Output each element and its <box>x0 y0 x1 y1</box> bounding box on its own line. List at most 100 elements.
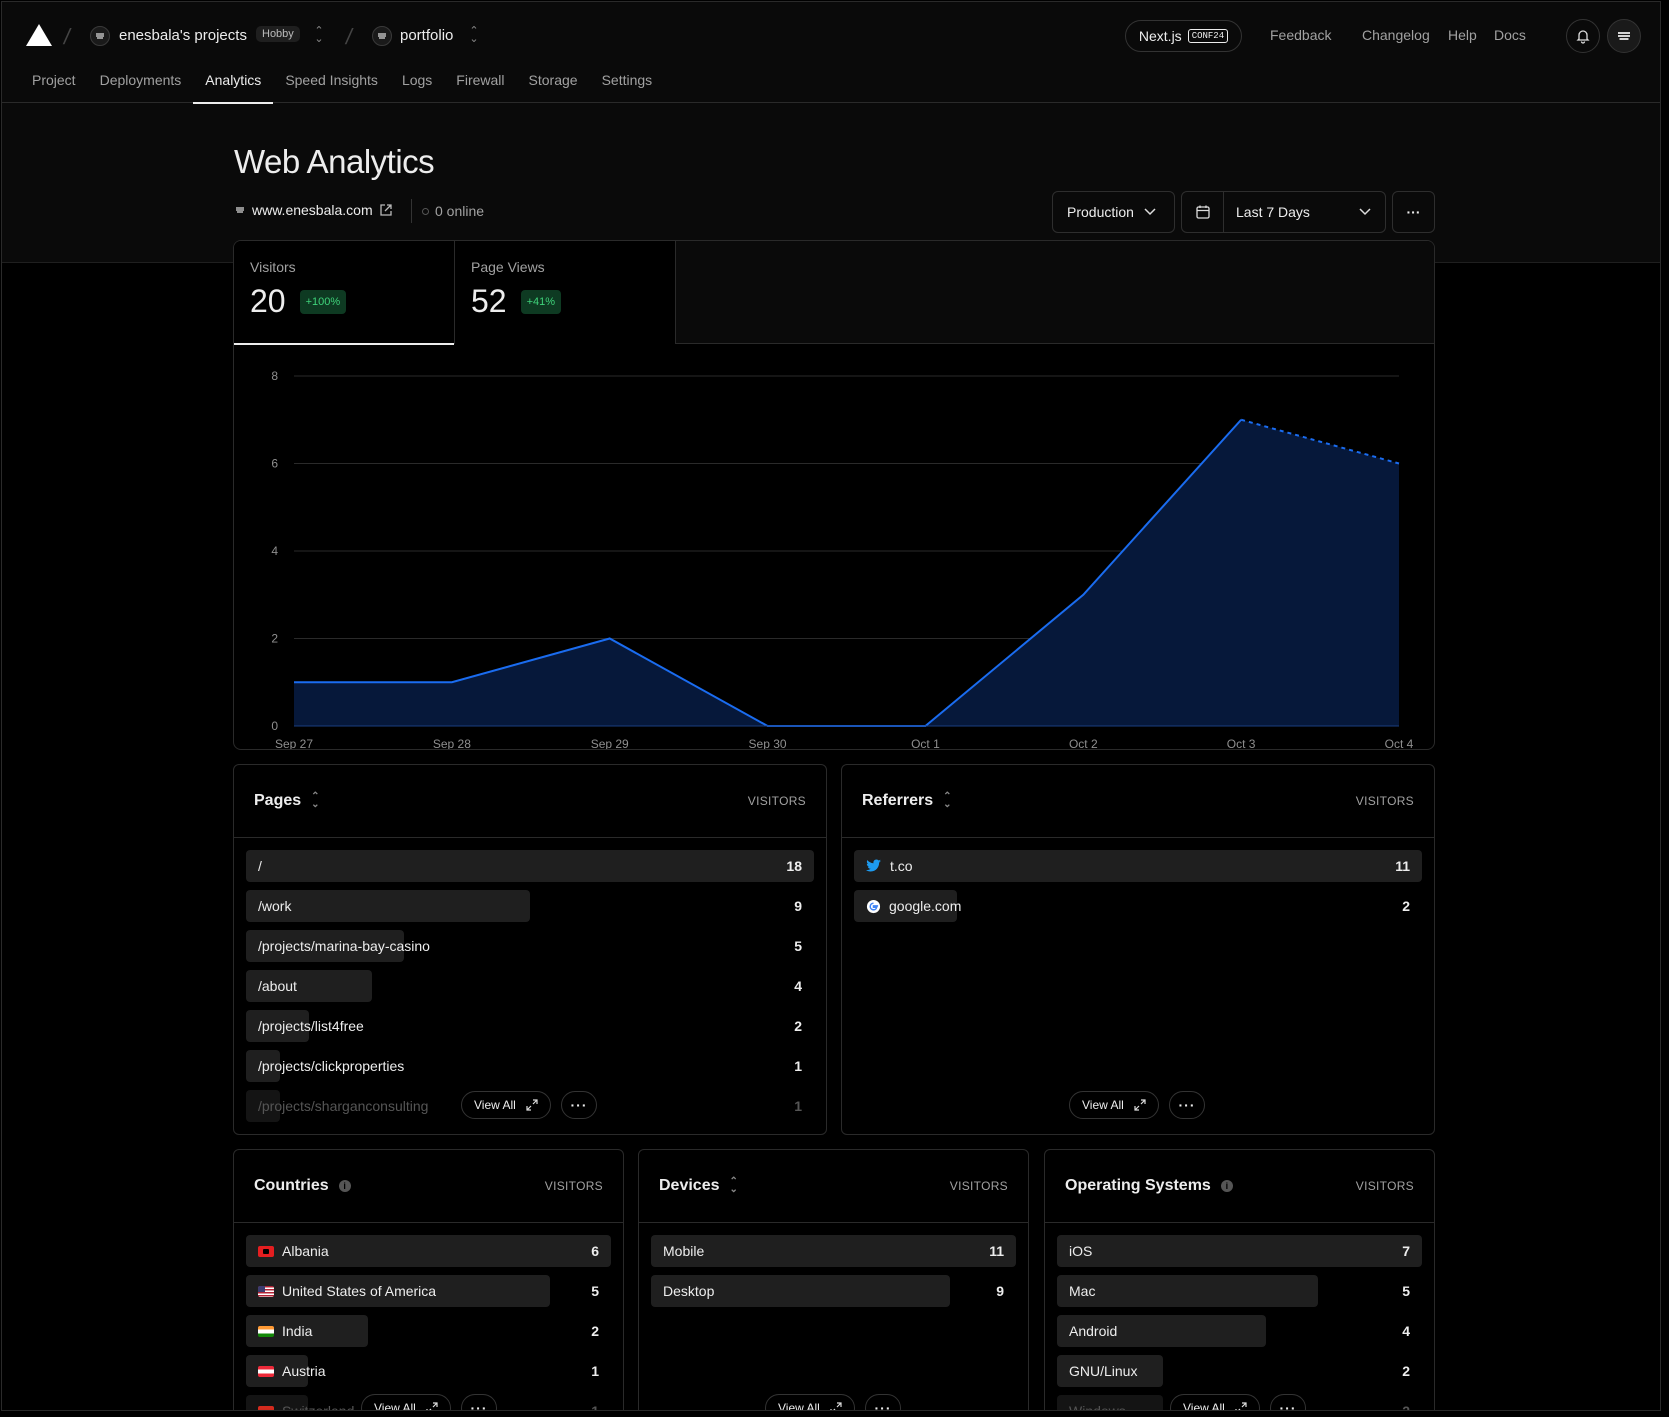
row-label-text: / <box>258 858 262 874</box>
pages-row[interactable]: /projects/clickproperties 1 <box>246 1050 814 1082</box>
countries-view-all-button[interactable]: View All <box>361 1394 451 1410</box>
feedback-link[interactable]: Feedback <box>1270 27 1331 43</box>
row-label-text: Mac <box>1069 1283 1096 1299</box>
countries-more-button[interactable]: ··· <box>461 1394 497 1410</box>
pages-row[interactable]: /projects/marina-bay-casino 5 <box>246 930 814 962</box>
referrers-view-all-button[interactable]: View All <box>1069 1091 1159 1119</box>
chevron-down-icon <box>1144 208 1156 216</box>
countries-row[interactable]: Albania 6 <box>246 1235 611 1267</box>
row-label: /projects/sharganconsulting <box>246 1098 428 1114</box>
row-label: /projects/marina-bay-casino <box>246 938 430 954</box>
environment-value: Production <box>1067 204 1134 220</box>
devices-list: Mobile 11 Desktop 9 <box>639 1223 1028 1307</box>
pages-row[interactable]: / 18 <box>246 850 814 882</box>
vercel-logo-icon[interactable] <box>26 24 52 46</box>
info-icon[interactable]: i <box>1220 1180 1233 1192</box>
os-row[interactable]: iOS 7 <box>1057 1235 1422 1267</box>
y-tick-label: 4 <box>271 544 278 558</box>
countries-row[interactable]: India 2 <box>246 1315 611 1347</box>
countries-column-header: VISITORS <box>544 1179 603 1193</box>
os-row[interactable]: GNU/Linux 2 <box>1057 1355 1422 1387</box>
sort-icon[interactable]: ⌃ ⌄ <box>311 792 319 810</box>
expand-icon <box>1134 1099 1146 1111</box>
row-label: GNU/Linux <box>1057 1363 1137 1379</box>
tab-project[interactable]: Project <box>20 72 88 103</box>
row-label-text: /work <box>258 898 292 914</box>
tab-speed-insights[interactable]: Speed Insights <box>273 72 390 103</box>
pages-row[interactable]: /projects/list4free 2 <box>246 1010 814 1042</box>
devices-row[interactable]: Mobile 11 <box>651 1235 1016 1267</box>
online-count: 0 online <box>435 203 485 219</box>
team-switcher-icon[interactable]: ⌃ ⌄ <box>314 26 324 45</box>
expand-icon <box>1235 1402 1247 1410</box>
info-icon[interactable]: i <box>338 1180 351 1192</box>
pages-row[interactable]: /work 9 <box>246 890 814 922</box>
project-name[interactable]: portfolio <box>400 27 453 44</box>
nextjs-conf-button[interactable]: Next.js CONF24 <box>1125 20 1242 52</box>
os-row[interactable]: Android 4 <box>1057 1315 1422 1347</box>
visitors-stat[interactable]: Visitors 20 +100% <box>234 241 455 345</box>
tab-settings[interactable]: Settings <box>590 72 665 103</box>
row-label: /projects/clickproperties <box>246 1058 404 1074</box>
devices-more-button[interactable]: ··· <box>865 1394 901 1410</box>
site-favicon-icon <box>236 207 244 213</box>
x-tick-label: Sep 27 <box>275 737 313 749</box>
referrers-more-button[interactable]: ··· <box>1169 1091 1205 1119</box>
row-label-text: Desktop <box>663 1283 715 1299</box>
countries-row[interactable]: Austria 1 <box>246 1355 611 1387</box>
row-value: 1 <box>794 1058 802 1074</box>
docs-link[interactable]: Docs <box>1494 27 1526 43</box>
more-options-button[interactable]: ··· <box>1392 191 1435 233</box>
row-value: 5 <box>1402 1283 1410 1299</box>
x-tick-label: Sep 28 <box>433 737 471 749</box>
team-name[interactable]: enesbala's projects <box>119 27 247 44</box>
online-dot-icon <box>422 207 429 215</box>
date-range-select[interactable]: Last 7 Days <box>1181 191 1386 233</box>
al-flag-icon <box>258 1245 274 1257</box>
row-value: 11 <box>1395 858 1410 874</box>
tab-deployments[interactable]: Deployments <box>88 72 194 103</box>
row-label-text: Windows <box>1069 1403 1126 1411</box>
countries-title: Countries <box>254 1177 329 1194</box>
project-switcher-icon[interactable]: ⌃ ⌄ <box>469 26 479 45</box>
date-range-value: Last 7 Days <box>1236 204 1310 220</box>
pages-view-all-button[interactable]: View All <box>461 1091 551 1119</box>
tab-analytics[interactable]: Analytics <box>193 72 274 104</box>
referrers-title: Referrers <box>862 792 934 809</box>
notifications-bell-icon[interactable] <box>1566 19 1600 53</box>
devices-view-all-button[interactable]: View All <box>765 1394 855 1410</box>
devices-row[interactable]: Desktop 9 <box>651 1275 1016 1307</box>
referrers-row[interactable]: google.com 2 <box>854 890 1422 922</box>
os-row[interactable]: Mac 5 <box>1057 1275 1422 1307</box>
site-link[interactable]: www.enesbala.com <box>234 202 393 218</box>
os-view-all-button[interactable]: View All <box>1170 1394 1260 1410</box>
sort-icon[interactable]: ⌃ ⌄ <box>730 1177 738 1195</box>
changelog-link[interactable]: Changelog <box>1362 27 1430 43</box>
referrers-row[interactable]: t.co 11 <box>854 850 1422 882</box>
row-label-text: iOS <box>1069 1243 1093 1259</box>
pages-title: Pages <box>254 792 302 809</box>
stat-label: Page Views <box>471 259 545 275</box>
user-avatar[interactable] <box>1607 19 1641 53</box>
os-more-button[interactable]: ··· <box>1270 1394 1306 1410</box>
x-tick-label: Sep 30 <box>749 737 787 749</box>
row-label-text: t.co <box>890 858 913 874</box>
referrers-card: Referrers ⌃ ⌄ VISITORS t.co 11 google.com 2 V… <box>841 764 1435 1135</box>
row-label-text: google.com <box>889 898 962 914</box>
os-column-header: VISITORS <box>1355 1179 1414 1193</box>
pages-more-button[interactable]: ··· <box>561 1091 597 1119</box>
help-link[interactable]: Help <box>1448 27 1477 43</box>
page-title: Web Analytics <box>234 143 435 180</box>
pages-row[interactable]: /about 4 <box>246 970 814 1002</box>
nextjs-label: Next.js <box>1138 28 1182 44</box>
row-label: Austria <box>246 1363 326 1379</box>
tab-logs[interactable]: Logs <box>390 72 444 103</box>
environment-select[interactable]: Production <box>1052 191 1175 233</box>
countries-row[interactable]: United States of America 5 <box>246 1275 611 1307</box>
sort-icon[interactable]: ⌃ ⌄ <box>943 792 951 810</box>
devices-title: Devices <box>659 1177 720 1194</box>
pages-column-header: VISITORS <box>747 794 806 808</box>
tab-firewall[interactable]: Firewall <box>444 72 516 103</box>
page-views-stat[interactable]: Page Views 52 +41% <box>455 241 676 344</box>
tab-storage[interactable]: Storage <box>517 72 590 103</box>
